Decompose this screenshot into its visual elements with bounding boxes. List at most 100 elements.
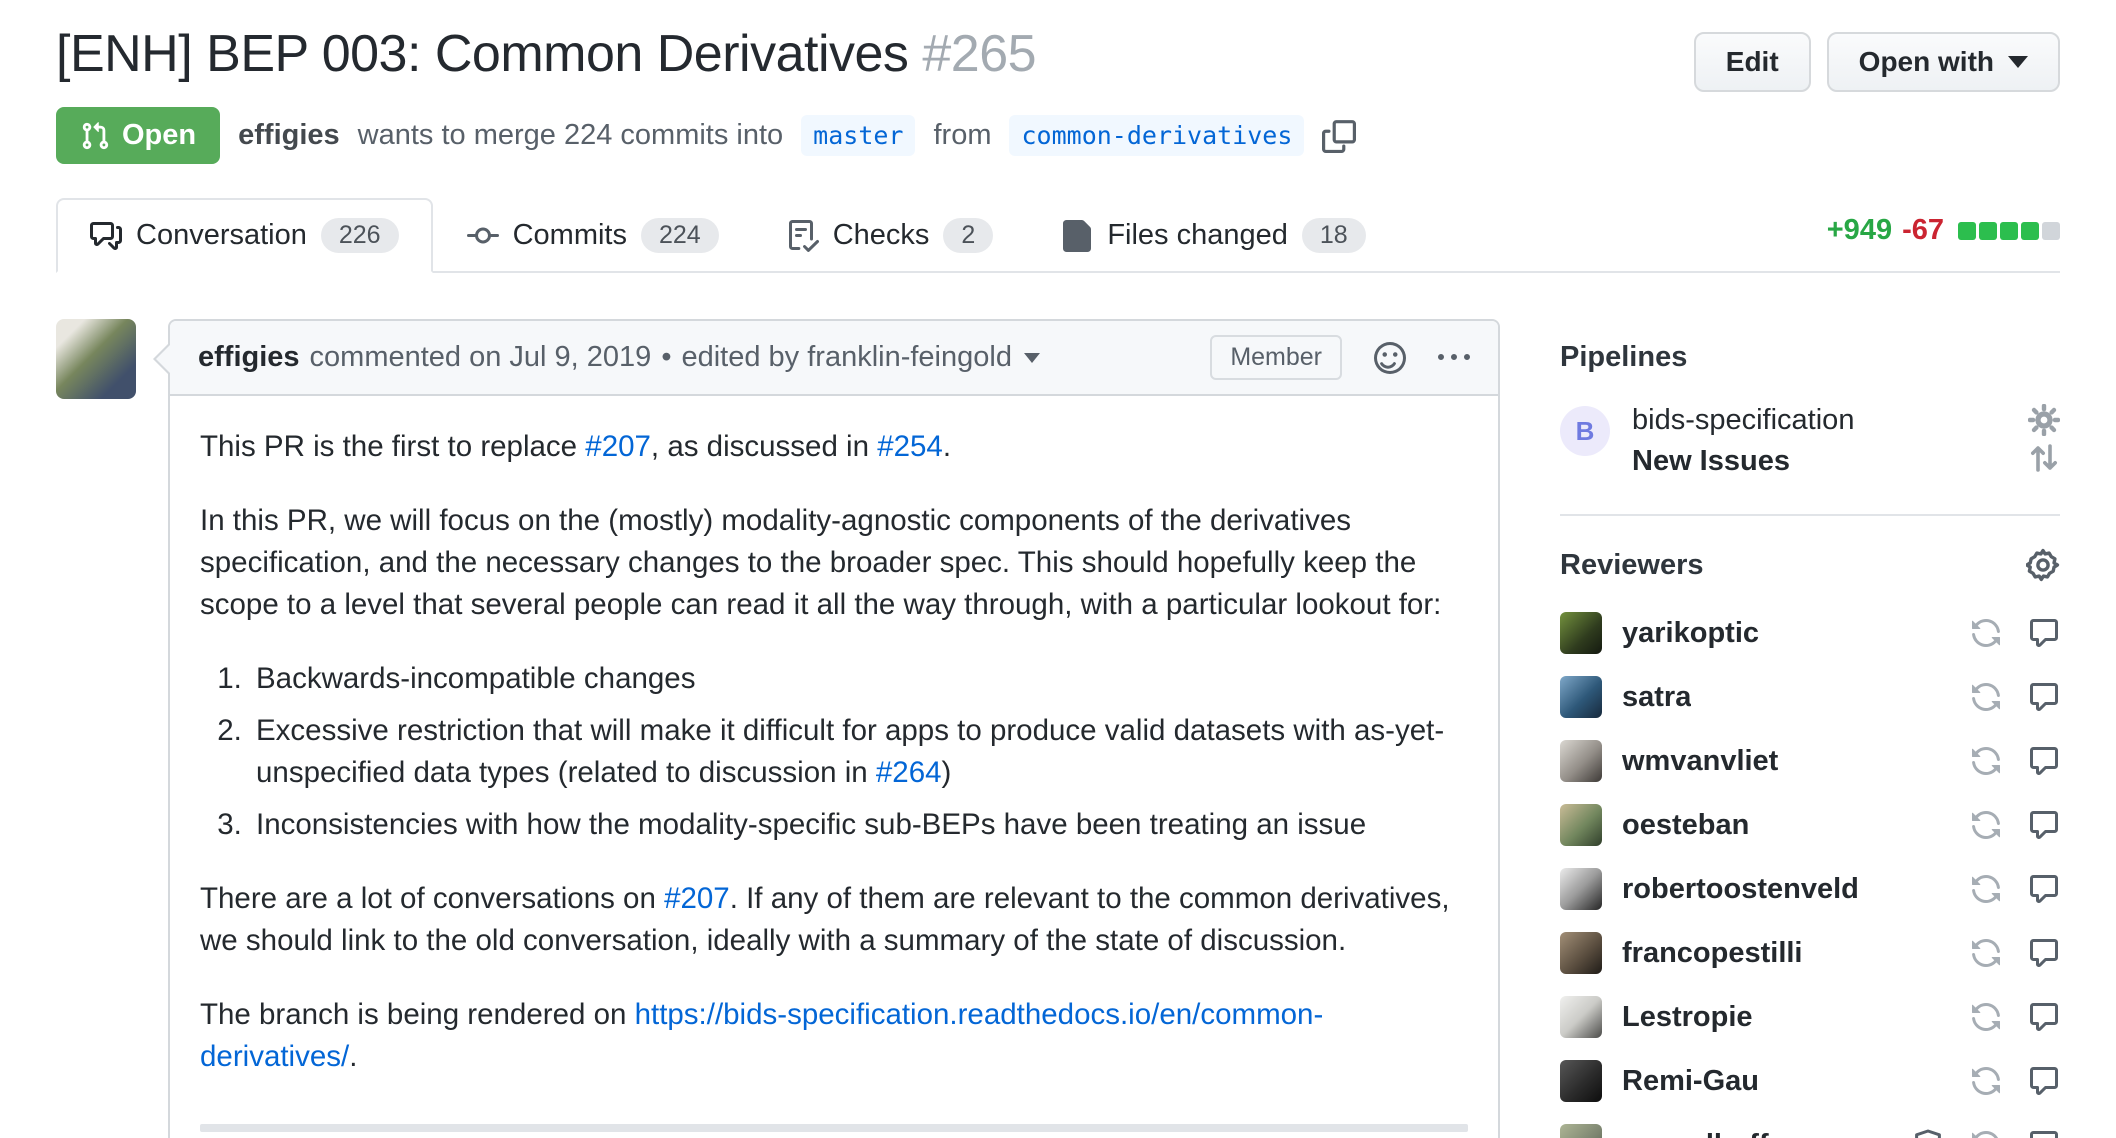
tab-count: 224 (641, 218, 719, 253)
reviewer-row-robertoostenveld: robertoostenveld (1560, 868, 2060, 910)
pipeline-row[interactable]: B bids-specification New Issues (1560, 404, 2060, 478)
issue-link-207-2[interactable]: #207 (664, 882, 730, 915)
file-diff-icon (1061, 220, 1093, 252)
pipeline-status[interactable]: New Issues (1632, 445, 1854, 478)
reviewer-name[interactable]: satra (1622, 681, 1691, 714)
base-branch-label[interactable]: master (801, 115, 915, 156)
header-actions: Edit Open with (1694, 32, 2060, 92)
pr-header: [ENH] BEP 003: Common Derivatives #265 E… (56, 0, 2060, 164)
tab-files-changed[interactable]: Files changed 18 (1027, 198, 1399, 273)
ordered-list: Backwards-incompatible changes Excessive… (200, 658, 1468, 846)
tab-conversation[interactable]: Conversation 226 (56, 198, 433, 273)
reviewer-row-remi-gau: Remi-Gau (1560, 1060, 2060, 1102)
pipeline-app-name[interactable]: bids-specification (1632, 404, 1854, 437)
up-down-arrows-icon[interactable] (2028, 442, 2060, 474)
reviewers-section: Reviewers yarikoptic satra (1560, 514, 2060, 1138)
paragraph: This PR is the first to replace #207, as… (200, 426, 1468, 468)
re-request-review-icon[interactable] (1970, 809, 2002, 841)
tab-checks[interactable]: Checks 2 (753, 198, 1028, 273)
comment-icon[interactable] (2028, 745, 2060, 777)
reviewer-name[interactable]: oesteban (1622, 809, 1749, 842)
diffstat: +949 -67 (1827, 214, 2060, 255)
comment-icon[interactable] (2028, 937, 2060, 969)
reviewer-name[interactable]: francopestilli (1622, 937, 1803, 970)
re-request-review-icon[interactable] (1970, 1065, 2002, 1097)
avatar[interactable] (1560, 1060, 1602, 1102)
re-request-review-icon[interactable] (1970, 1129, 2002, 1138)
paragraph: The branch is being rendered on https://… (200, 994, 1468, 1078)
comment-icon[interactable] (2028, 1129, 2060, 1138)
git-commit-icon (467, 220, 499, 252)
avatar[interactable] (1560, 676, 1602, 718)
comment-header-actions: Member (1210, 335, 1470, 380)
copy-branch-button[interactable] (1322, 119, 1356, 153)
chevron-down-icon[interactable] (1024, 353, 1040, 363)
list-item: Inconsistencies with how the modality-sp… (250, 804, 1468, 846)
avatar[interactable] (56, 319, 136, 399)
reviewer-name[interactable]: Remi-Gau (1622, 1065, 1759, 1098)
issue-link-207[interactable]: #207 (585, 430, 651, 463)
comment-icon[interactable] (2028, 681, 2060, 713)
re-request-review-icon[interactable] (1970, 681, 2002, 713)
comment-discussion-icon (90, 220, 122, 252)
avatar[interactable] (1560, 996, 1602, 1038)
reviewer-row-yarikoptic: yarikoptic (1560, 612, 2060, 654)
reviewer-row-lestropie: Lestropie (1560, 996, 2060, 1038)
pr-number: #265 (922, 25, 1036, 83)
conversation-thread: effigies commented on Jul 9, 2019 • edit… (56, 295, 1500, 1138)
reviewer-name[interactable]: wmvanvliet (1622, 745, 1778, 778)
pr-meta: Open effigies wants to merge 224 commits… (56, 107, 2060, 164)
avatar[interactable] (1560, 1124, 1602, 1138)
list-item: Excessive restriction that will make it … (250, 710, 1468, 794)
comment-author[interactable]: effigies (198, 341, 300, 374)
add-reaction-button[interactable] (1374, 342, 1406, 374)
reviewer-name[interactable]: robertoostenveld (1622, 873, 1859, 906)
comment-icon[interactable] (2028, 1001, 2060, 1033)
comment-icon[interactable] (2028, 1065, 2060, 1097)
tab-count: 2 (943, 218, 993, 253)
open-with-button[interactable]: Open with (1827, 32, 2060, 92)
re-request-review-icon[interactable] (1970, 745, 2002, 777)
tab-count: 226 (321, 218, 399, 253)
avatar[interactable] (1560, 740, 1602, 782)
reviewer-row-satra: satra (1560, 676, 2060, 718)
edit-button[interactable]: Edit (1694, 32, 1811, 92)
pr-page: [ENH] BEP 003: Common Derivatives #265 E… (0, 0, 2116, 1138)
checklist-icon (787, 220, 819, 252)
kebab-menu-button[interactable] (1438, 342, 1470, 374)
reviewer-row-francopestilli: francopestilli (1560, 932, 2060, 974)
head-branch-label[interactable]: common-derivatives (1009, 115, 1304, 156)
pr-title-text: [ENH] BEP 003: Common Derivatives (56, 25, 908, 83)
edited-by[interactable]: edited by franklin-feingold (681, 341, 1011, 374)
issue-link-264[interactable]: #264 (876, 756, 942, 789)
reviewer-row-wmvanvliet: wmvanvliet (1560, 740, 2060, 782)
sidebar: Pipelines B bids-specification New Issue… (1560, 295, 2060, 1138)
re-request-review-icon[interactable] (1970, 1001, 2002, 1033)
smiley-icon (1374, 342, 1406, 374)
tab-commits[interactable]: Commits 224 (433, 198, 753, 273)
gear-icon[interactable] (2028, 404, 2060, 436)
shield-lock-icon[interactable] (1912, 1129, 1944, 1138)
diffstat-additions: +949 (1827, 214, 1892, 247)
gear-icon (2026, 548, 2060, 582)
pipeline-app-badge: B (1560, 406, 1610, 456)
re-request-review-icon[interactable] (1970, 937, 2002, 969)
avatar[interactable] (1560, 612, 1602, 654)
reviewer-name[interactable]: yarikoptic (1622, 617, 1759, 650)
comment-icon[interactable] (2028, 617, 2060, 649)
avatar[interactable] (1560, 868, 1602, 910)
re-request-review-icon[interactable] (1970, 873, 2002, 905)
comment-icon[interactable] (2028, 809, 2060, 841)
reviewer-name[interactable]: Lestropie (1622, 1001, 1753, 1034)
reviewer-name[interactable]: sappelhoff (1622, 1129, 1769, 1138)
pr-author[interactable]: effigies (238, 119, 340, 152)
reviewers-settings-button[interactable] (2026, 548, 2060, 582)
re-request-review-icon[interactable] (1970, 617, 2002, 649)
avatar[interactable] (1560, 804, 1602, 846)
avatar[interactable] (1560, 932, 1602, 974)
reviewer-row-sappelhoff: sappelhoff (1560, 1124, 2060, 1138)
clipboard-icon (1322, 119, 1356, 153)
issue-link-254[interactable]: #254 (877, 430, 943, 463)
comment-icon[interactable] (2028, 873, 2060, 905)
timeline-comment: effigies commented on Jul 9, 2019 • edit… (168, 319, 1500, 1138)
